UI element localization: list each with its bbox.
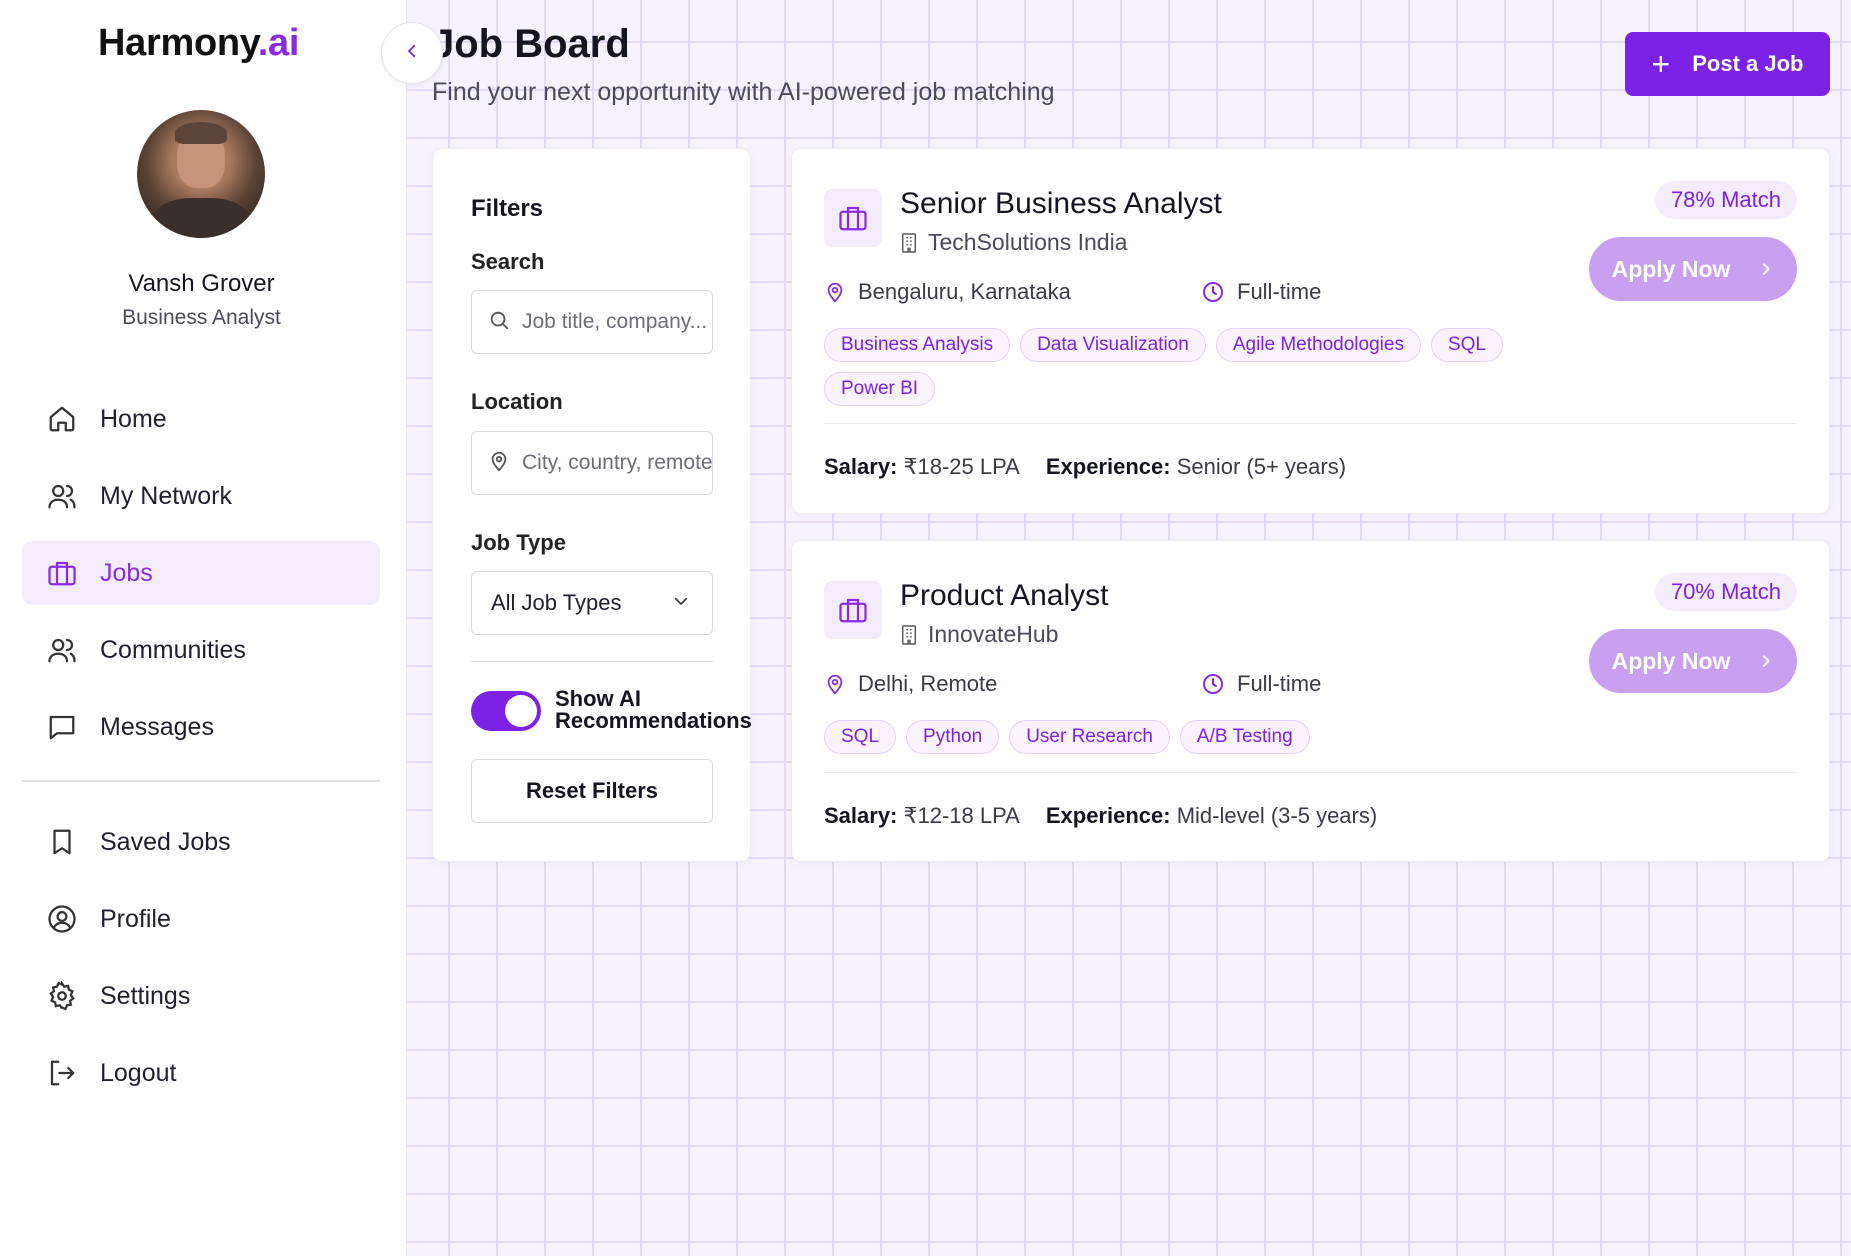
experience: Experience: Senior (5+ years) <box>1045 454 1347 479</box>
job-details: Salary: ₹12-18 LPA Experience: Mid-level… <box>824 803 1377 829</box>
user-circle-icon <box>46 903 78 935</box>
chevron-right-icon <box>1758 653 1774 669</box>
skill-tag[interactable]: A/B Testing <box>1179 720 1310 754</box>
job-type: Full-time <box>1201 671 1321 697</box>
company-name: InnovateHub <box>900 621 1058 648</box>
users-icon <box>46 634 78 666</box>
nav-divider <box>22 780 380 782</box>
nav-item-my-network[interactable]: My Network <box>22 464 380 528</box>
logout-icon <box>46 1057 78 1089</box>
location-label: Location <box>471 389 563 414</box>
company-name: TechSolutions India <box>900 229 1127 256</box>
search-label: Search <box>471 249 545 274</box>
nav-item-settings[interactable]: Settings <box>22 964 380 1028</box>
experience: Experience: Mid-level (3-5 years) <box>1045 803 1378 828</box>
job-type-label: Job Type <box>471 530 566 555</box>
job-type: Full-time <box>1201 279 1321 305</box>
page-subtitle: Find your next opportunity with AI-power… <box>432 78 1055 106</box>
job-location: Bengaluru, Karnataka <box>824 279 1071 305</box>
avatar[interactable] <box>137 110 265 238</box>
filters-divider <box>471 661 713 662</box>
skill-tag[interactable]: User Research <box>1009 720 1170 754</box>
match-badge: 78% Match <box>1654 181 1797 219</box>
skill-tags: Business Analysis Data Visualization Agi… <box>824 328 1524 406</box>
chevron-down-icon <box>672 590 690 616</box>
plus-icon: + <box>1651 46 1671 82</box>
map-pin-icon <box>488 450 510 477</box>
message-icon <box>46 711 78 743</box>
briefcase-icon <box>824 581 882 639</box>
nav-item-messages[interactable]: Messages <box>22 695 380 759</box>
briefcase-icon <box>46 557 78 589</box>
secondary-nav: Saved Jobs Profile Settings Logout <box>22 810 380 1118</box>
apply-now-button[interactable]: Apply Now <box>1589 237 1797 301</box>
briefcase-icon <box>824 189 882 247</box>
salary: Salary: ₹18-25 LPA <box>824 454 1020 479</box>
salary: Salary: ₹12-18 LPA <box>824 803 1020 828</box>
clock-icon <box>1201 280 1225 304</box>
map-pin-icon <box>824 281 846 303</box>
skill-tag[interactable]: SQL <box>1430 328 1503 362</box>
user-name: Vansh Grover <box>128 270 275 297</box>
sidebar: Harmony.ai Vansh Grover Business Analyst… <box>0 0 407 1256</box>
search-input[interactable]: Job title, company... <box>471 290 713 354</box>
bookmark-icon <box>46 826 78 858</box>
match-badge: 70% Match <box>1654 573 1797 611</box>
job-details: Salary: ₹18-25 LPA Experience: Senior (5… <box>824 454 1346 480</box>
job-card[interactable]: Senior Business Analyst TechSolutions In… <box>791 148 1830 514</box>
nav-item-logout[interactable]: Logout <box>22 1041 380 1105</box>
skill-tag[interactable]: Data Visualization <box>1020 328 1206 362</box>
skill-tag[interactable]: SQL <box>824 720 897 754</box>
skill-tag[interactable]: Agile Methodologies <box>1215 328 1421 362</box>
users-icon <box>46 480 78 512</box>
apply-now-button[interactable]: Apply Now <box>1589 629 1797 693</box>
collapse-sidebar-button[interactable] <box>381 22 443 84</box>
post-job-button[interactable]: + Post a Job <box>1625 32 1830 96</box>
filters-panel: Filters Search Job title, company... Loc… <box>432 148 752 862</box>
skill-tag[interactable]: Python <box>906 720 1000 754</box>
chevron-left-icon <box>403 42 421 65</box>
primary-nav: Home My Network Jobs Communities Message… <box>22 387 380 772</box>
nav-item-communities[interactable]: Communities <box>22 618 380 682</box>
reset-filters-button[interactable]: Reset Filters <box>471 759 713 823</box>
job-location: Delhi, Remote <box>824 671 997 697</box>
clock-icon <box>1201 672 1225 696</box>
building-icon <box>900 624 918 645</box>
nav-item-profile[interactable]: Profile <box>22 887 380 951</box>
card-divider <box>824 772 1797 773</box>
filters-title: Filters <box>471 195 544 222</box>
user-role: Business Analyst <box>122 306 281 329</box>
building-icon <box>900 232 918 253</box>
nav-item-home[interactable]: Home <box>22 387 380 451</box>
job-title[interactable]: Product Analyst <box>900 579 1108 613</box>
nav-item-jobs[interactable]: Jobs <box>22 541 380 605</box>
ai-recommendations-toggle[interactable] <box>471 691 541 731</box>
home-icon <box>46 403 78 435</box>
skill-tag[interactable]: Power BI <box>824 372 936 406</box>
skill-tags: SQL Python User Research A/B Testing <box>824 720 1524 754</box>
skill-tag[interactable]: Business Analysis <box>824 328 1011 362</box>
gear-icon <box>46 980 78 1012</box>
card-divider <box>824 423 1797 424</box>
page-title: Job Board <box>432 22 630 66</box>
job-title[interactable]: Senior Business Analyst <box>900 187 1222 221</box>
location-input[interactable]: City, country, remote... <box>471 431 713 495</box>
map-pin-icon <box>824 673 846 695</box>
ai-recommendations-label: Show AI Recommendations <box>555 686 752 733</box>
brand-logo[interactable]: Harmony.ai <box>98 22 299 65</box>
job-type-select[interactable]: All Job Types <box>471 571 713 635</box>
nav-item-saved-jobs[interactable]: Saved Jobs <box>22 810 380 874</box>
job-card[interactable]: Product Analyst InnovateHub 70% Match Ap… <box>791 540 1830 862</box>
chevron-right-icon <box>1758 261 1774 277</box>
search-icon <box>488 309 510 336</box>
